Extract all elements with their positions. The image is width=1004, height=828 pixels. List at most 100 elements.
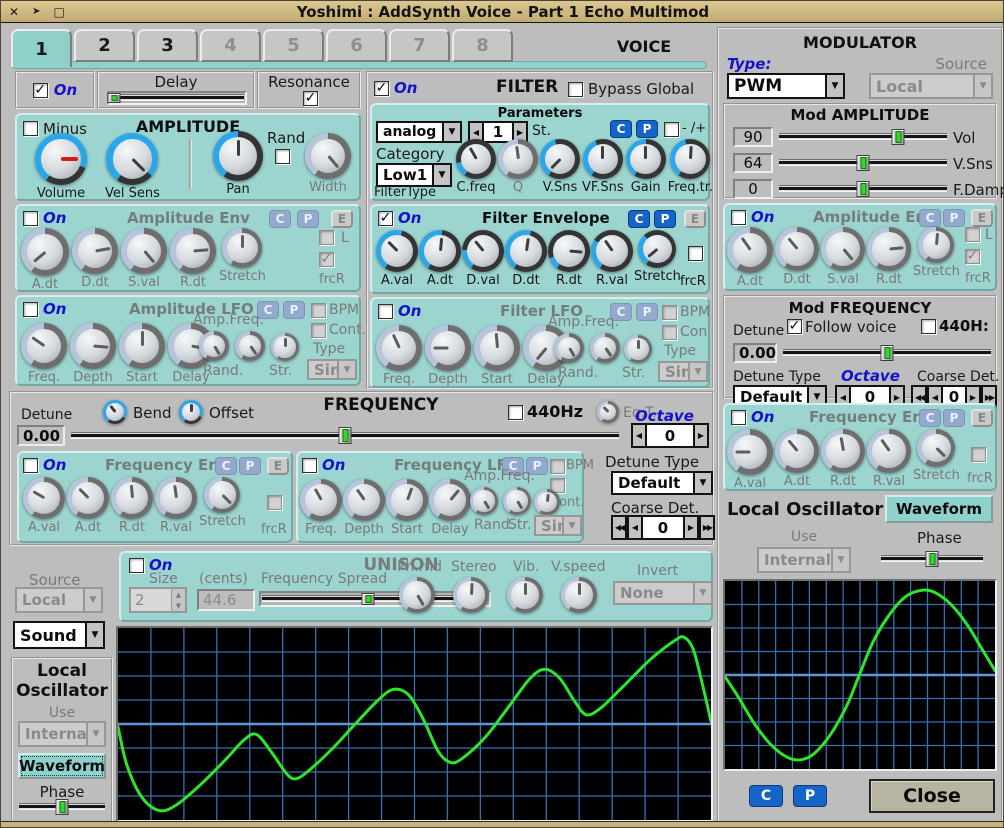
filter-env-paste-button[interactable]: P bbox=[654, 210, 676, 228]
tab-8[interactable]: 8 bbox=[452, 29, 513, 62]
knob-a-dt[interactable]: A.dt bbox=[419, 230, 461, 288]
mod-freq-env-paste-button[interactable]: P bbox=[943, 409, 965, 427]
knob-small[interactable] bbox=[103, 400, 127, 424]
sound-dropdown[interactable]: Sound▼ bbox=[13, 621, 105, 649]
phase-slider[interactable] bbox=[19, 799, 105, 815]
mod-phase-thumb[interactable] bbox=[926, 551, 939, 567]
filter-env-edit-button[interactable]: E bbox=[684, 210, 706, 228]
tab-1[interactable]: 1 bbox=[11, 29, 72, 67]
filter-env-copy-button[interactable]: C bbox=[628, 210, 650, 228]
filter-env-frcr-checkbox[interactable] bbox=[688, 246, 703, 261]
knob-r-val[interactable]: R.val bbox=[591, 230, 633, 288]
tab-4[interactable]: 4 bbox=[200, 29, 261, 62]
mod-freq-env-edit-button[interactable]: E bbox=[971, 409, 993, 427]
knob-small[interactable] bbox=[179, 400, 203, 424]
freq-env-paste-button[interactable]: P bbox=[239, 457, 261, 475]
detune-type-dropdown[interactable]: Default▼ bbox=[611, 471, 713, 495]
freq-env-on-checkbox[interactable] bbox=[23, 458, 38, 473]
mod-amp-env-paste-button[interactable]: P bbox=[943, 209, 965, 227]
tab-6[interactable]: 6 bbox=[326, 29, 387, 62]
filter-lfo-on-checkbox[interactable] bbox=[378, 304, 393, 319]
category-dropdown[interactable]: Low1▼ bbox=[376, 163, 452, 187]
amp-lfo-paste-button[interactable]: P bbox=[283, 301, 305, 319]
freq-lfo-on-checkbox[interactable] bbox=[302, 458, 317, 473]
mod-vsns-thumb[interactable] bbox=[857, 155, 870, 171]
knob-a-val[interactable]: A.val bbox=[376, 230, 418, 288]
gain-negative-checkbox[interactable] bbox=[664, 122, 679, 137]
resonance-checkbox[interactable] bbox=[303, 91, 318, 106]
amp-env-paste-button[interactable]: P bbox=[297, 210, 319, 228]
left-arrow-icon[interactable]: ◀ bbox=[627, 515, 643, 540]
filter-lfo-paste-button[interactable]: P bbox=[636, 303, 658, 321]
amplitude-panel: Minus AMPLITUDE VolumeVel Sens Pan Rand … bbox=[15, 113, 361, 201]
voice-on-checkbox[interactable] bbox=[33, 83, 48, 98]
knob-r-dt[interactable]: R.dt bbox=[548, 230, 590, 288]
filter-on-checkbox[interactable] bbox=[374, 81, 389, 96]
mod-freq-env-on-checkbox[interactable] bbox=[731, 410, 746, 425]
amp-lfo-on-checkbox[interactable] bbox=[23, 302, 38, 317]
filter-env-on-checkbox[interactable] bbox=[378, 211, 393, 226]
delay-slider-thumb[interactable] bbox=[108, 93, 121, 103]
knob-volume[interactable]: Volume bbox=[35, 133, 87, 201]
detune-slider-thumb[interactable] bbox=[339, 427, 352, 444]
freq-env-edit-button[interactable]: E bbox=[267, 457, 289, 475]
mod-fdamp-slider[interactable] bbox=[779, 181, 947, 197]
knob-freq-tr[interactable]: Freq.tr. bbox=[668, 139, 713, 195]
knob-d-val[interactable]: D.val bbox=[462, 230, 504, 288]
amp-env-copy-button[interactable]: C bbox=[269, 210, 291, 228]
tab-5[interactable]: 5 bbox=[263, 29, 324, 62]
waveform-button[interactable]: Waveform bbox=[18, 753, 106, 779]
mod-phase-slider[interactable] bbox=[881, 551, 983, 567]
filter-copy-button[interactable]: C bbox=[610, 120, 632, 138]
amp-env-on-checkbox[interactable] bbox=[23, 211, 38, 226]
close-button[interactable]: Close bbox=[869, 779, 995, 813]
coarse-detune-spinner[interactable]: ◀◀ ◀ 0 ▶ ▶▶ bbox=[611, 515, 715, 540]
delay-slider[interactable] bbox=[107, 91, 247, 105]
knob-small bbox=[624, 335, 652, 363]
right-arrow-icon[interactable]: ▶ bbox=[693, 423, 709, 448]
mod-amp-env-edit-button[interactable]: E bbox=[971, 209, 993, 227]
knob-d-dt[interactable]: D.dt bbox=[505, 230, 547, 288]
mod-detune-thumb[interactable] bbox=[881, 345, 894, 361]
filter-stage-dropdown[interactable]: analog▼ bbox=[376, 121, 462, 143]
mod-vsns-slider[interactable] bbox=[779, 155, 947, 171]
knob-vel-sens[interactable]: Vel Sens bbox=[105, 133, 160, 201]
mod-amp-env-copy-button[interactable]: C bbox=[919, 209, 941, 227]
mod-freq-env-copy-button[interactable]: C bbox=[919, 409, 941, 427]
mod-copy-button[interactable]: C bbox=[749, 785, 783, 807]
right-arrow-icon[interactable]: ▶ bbox=[683, 515, 699, 540]
440hz-checkbox[interactable] bbox=[508, 405, 523, 420]
mod-fdamp-thumb[interactable] bbox=[857, 181, 870, 197]
mod-detune-slider[interactable] bbox=[783, 345, 991, 361]
mod-waveform-button[interactable]: Waveform bbox=[885, 495, 993, 523]
phase-slider-thumb[interactable] bbox=[56, 799, 69, 815]
unison-on-checkbox[interactable] bbox=[129, 558, 144, 573]
double-left-arrow-icon[interactable]: ◀◀ bbox=[611, 515, 627, 540]
mod-440hz-checkbox[interactable] bbox=[921, 319, 936, 334]
left-arrow-icon[interactable]: ◀ bbox=[631, 423, 647, 448]
mod-type-dropdown[interactable]: PWM▼ bbox=[727, 73, 845, 99]
freq-env-copy-button[interactable]: C bbox=[215, 457, 237, 475]
knob-vf-sns[interactable]: VF.Sns bbox=[582, 139, 624, 195]
mod-paste-button[interactable]: P bbox=[793, 785, 827, 807]
mod-vol-thumb[interactable] bbox=[892, 129, 905, 145]
amp-env-edit-button[interactable]: E bbox=[331, 210, 353, 228]
octave-value: 0 bbox=[647, 423, 693, 448]
tab-3[interactable]: 3 bbox=[137, 29, 198, 62]
tab-2[interactable]: 2 bbox=[74, 29, 135, 62]
rand-checkbox[interactable] bbox=[275, 149, 290, 164]
knob-pan[interactable]: Pan bbox=[213, 131, 263, 197]
mod-amp-env-on-checkbox[interactable] bbox=[731, 210, 746, 225]
bypass-global-checkbox[interactable] bbox=[568, 82, 583, 97]
mod-vol-slider[interactable] bbox=[779, 129, 947, 145]
knob-c-freq[interactable]: C.freq bbox=[456, 139, 496, 195]
knob-stretch[interactable]: Stretch bbox=[634, 230, 681, 284]
tab-7[interactable]: 7 bbox=[389, 29, 450, 62]
follow-voice-checkbox[interactable] bbox=[787, 319, 802, 334]
filter-paste-button[interactable]: P bbox=[636, 120, 658, 138]
double-right-arrow-icon[interactable]: ▶▶ bbox=[699, 515, 715, 540]
knob-gain[interactable]: Gain bbox=[626, 139, 666, 195]
octave-spinner[interactable]: ◀ 0 ▶ bbox=[631, 423, 709, 448]
knob-v-sns[interactable]: V.Sns bbox=[540, 139, 580, 195]
detune-slider[interactable] bbox=[71, 427, 619, 444]
